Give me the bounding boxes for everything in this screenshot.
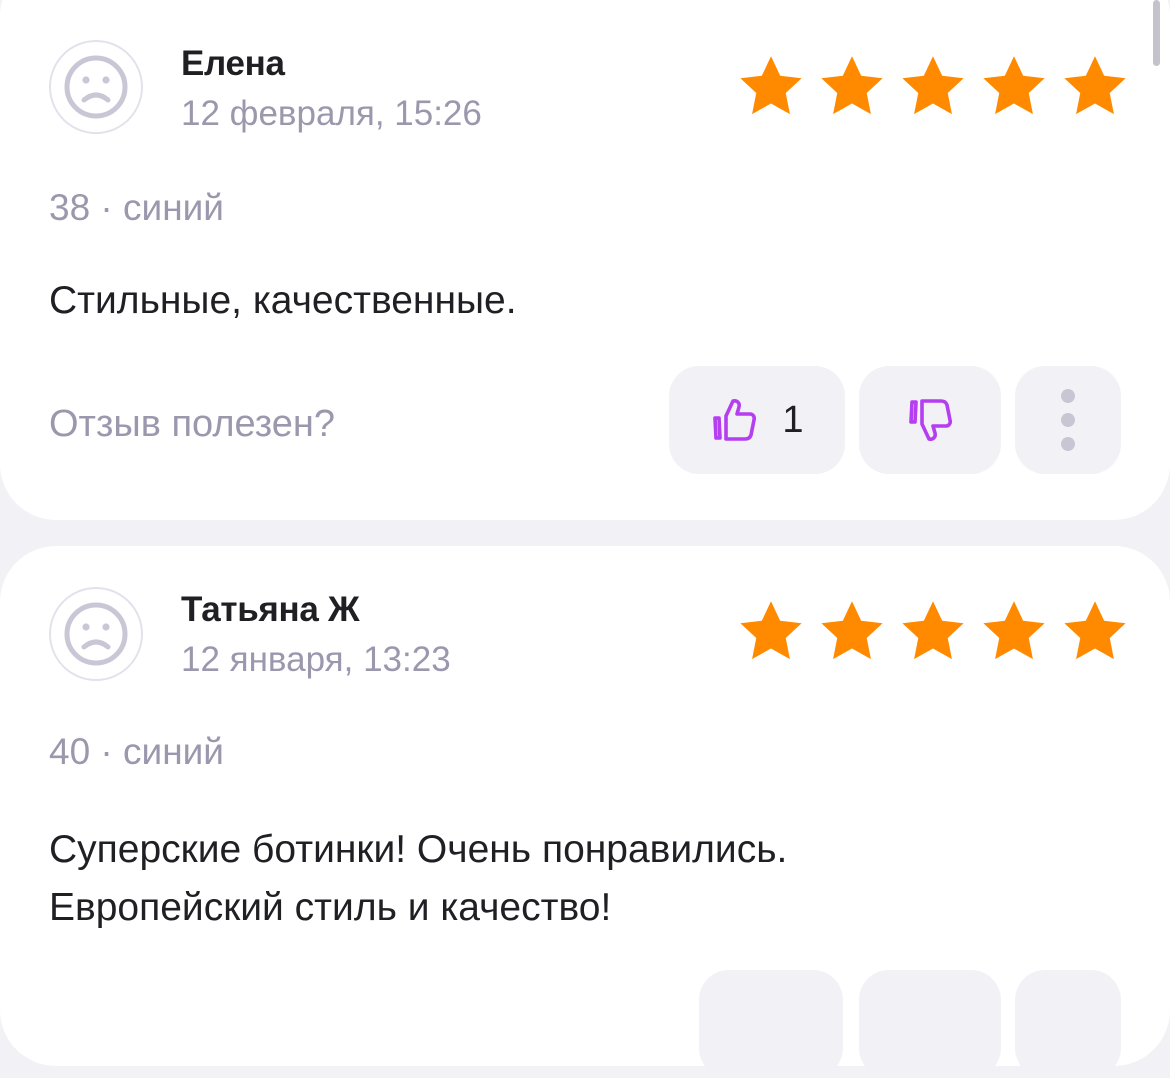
review-text: Суперские ботинки! Очень понравились. Ев… xyxy=(49,821,1129,937)
star-icon xyxy=(821,601,883,660)
star-icon xyxy=(740,56,802,115)
dislike-button[interactable] xyxy=(859,970,1001,1078)
helpful-question: Отзыв полезен? xyxy=(49,403,336,445)
star-rating xyxy=(737,54,1129,118)
review-text-line: Стильные, качественные. xyxy=(49,279,517,322)
star-icon xyxy=(1064,56,1126,115)
star-icon xyxy=(902,56,964,115)
dislike-button[interactable] xyxy=(859,366,1001,474)
scrollbar[interactable] xyxy=(1153,0,1160,66)
review-text-line: Европейский стиль и качество! xyxy=(49,886,612,929)
more-options-button[interactable] xyxy=(1015,970,1121,1078)
star-icon xyxy=(902,601,964,660)
like-button[interactable]: 1 xyxy=(669,366,845,474)
thumbs-down-icon xyxy=(909,399,953,441)
review-card: Татьяна Ж 12 января, 13:23 40 · синий Су… xyxy=(0,546,1170,1078)
sad-face-icon xyxy=(64,55,128,119)
more-vertical-icon xyxy=(1061,389,1075,451)
thumbs-up-icon xyxy=(713,399,757,441)
review-text-line: Суперские ботинки! Очень понравились. xyxy=(49,828,788,871)
star-rating xyxy=(737,599,1129,663)
review-card: Елена 12 февраля, 15:26 38 · синий Стиль… xyxy=(0,0,1170,520)
more-options-button[interactable] xyxy=(1015,366,1121,474)
star-icon xyxy=(821,56,883,115)
star-icon xyxy=(740,601,802,660)
sad-face-icon xyxy=(64,602,128,666)
like-button[interactable] xyxy=(699,970,843,1078)
review-date: 12 января, 13:23 xyxy=(181,640,451,679)
avatar xyxy=(49,40,143,134)
like-count: 1 xyxy=(782,398,804,441)
review-author[interactable]: Елена xyxy=(181,44,285,84)
star-icon xyxy=(983,56,1045,115)
star-icon xyxy=(983,601,1045,660)
review-variant: 38 · синий xyxy=(49,187,224,228)
review-author[interactable]: Татьяна Ж xyxy=(181,590,360,630)
star-icon xyxy=(1064,601,1126,660)
review-text: Стильные, качественные. xyxy=(49,272,1129,330)
review-date: 12 февраля, 15:26 xyxy=(181,94,482,133)
avatar xyxy=(49,587,143,681)
review-variant: 40 · синий xyxy=(49,731,224,772)
